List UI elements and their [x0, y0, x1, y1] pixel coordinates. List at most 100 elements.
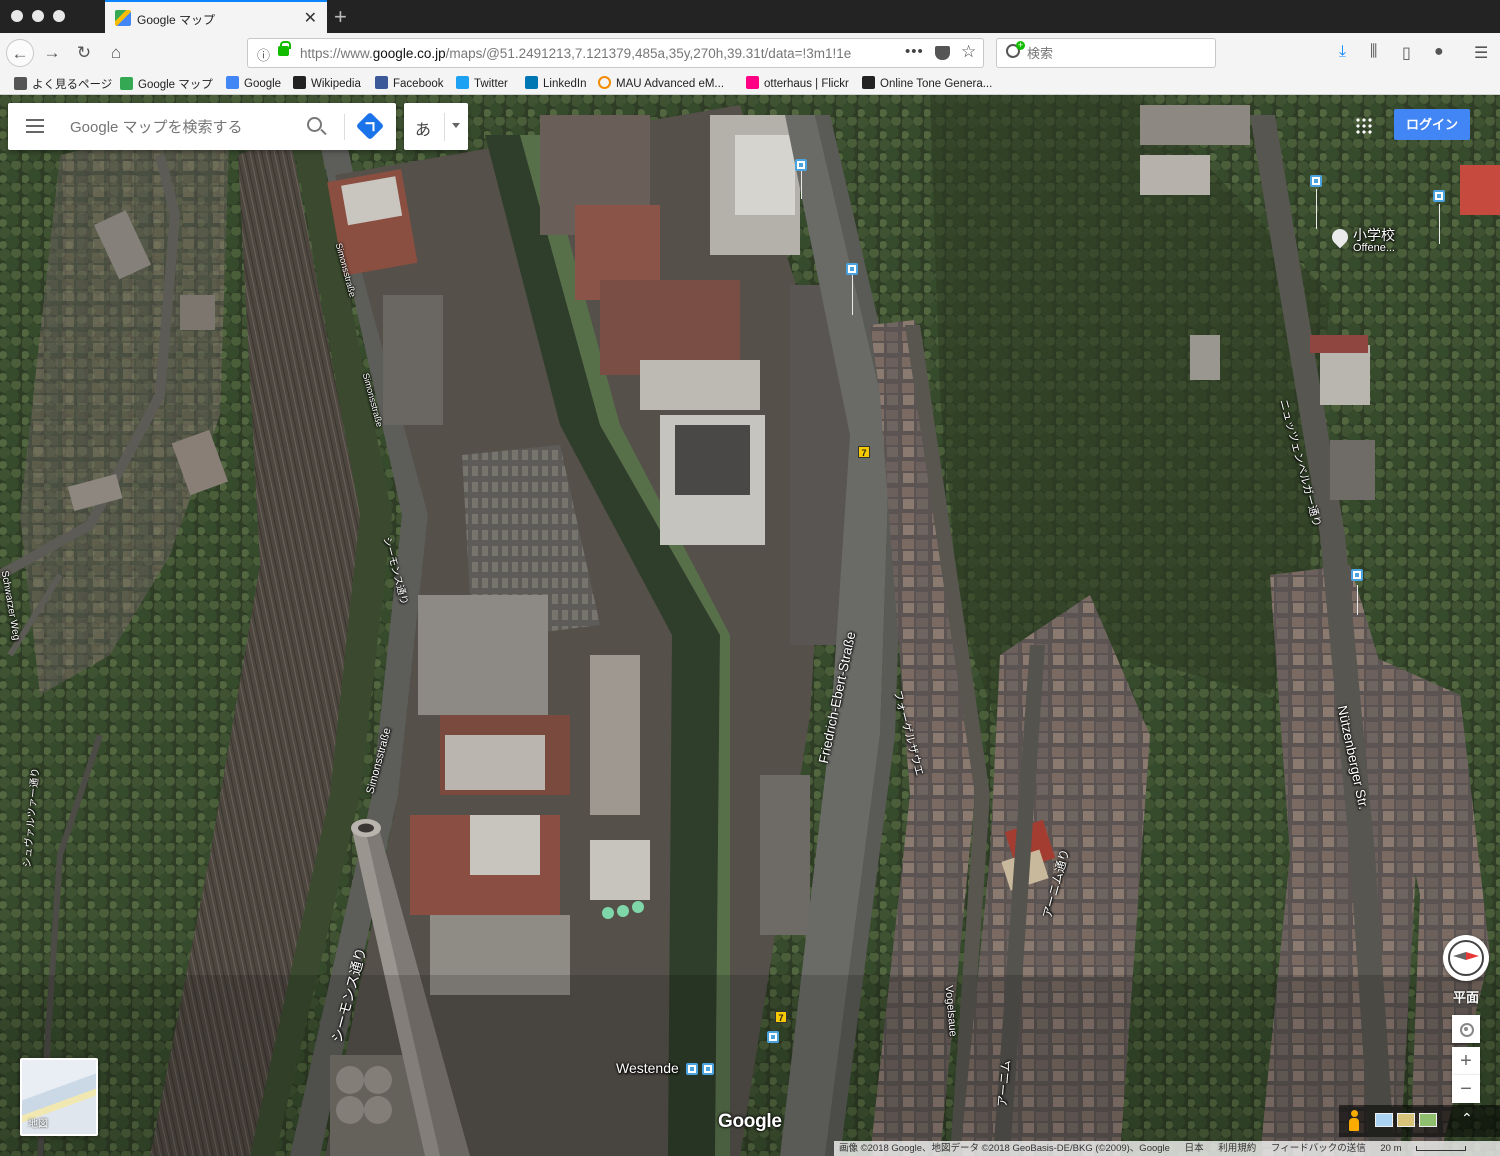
- google-icon: [226, 76, 239, 89]
- directions-icon[interactable]: [355, 111, 385, 141]
- chevron-down-icon[interactable]: [452, 123, 460, 128]
- downloads-icon[interactable]: ⤓: [1339, 43, 1346, 61]
- lock-icon: [278, 41, 291, 56]
- google-apps-icon[interactable]: [1355, 117, 1373, 135]
- ime-hiragana-label: あ: [415, 122, 432, 139]
- browser-search-input[interactable]: [1027, 44, 1207, 62]
- google-logo: Google: [718, 1111, 782, 1132]
- browser-tab[interactable]: Google マップ ✕: [105, 0, 327, 33]
- bookmark-label: Online Tone Genera...: [880, 78, 993, 90]
- bookmark-label: otterhaus | Flickr: [764, 78, 849, 90]
- hamburger-menu-icon[interactable]: [26, 119, 44, 133]
- browser-tabbar: Google マップ ✕ +: [0, 0, 1500, 33]
- bus-line-7-badge[interactable]: 7: [775, 1011, 787, 1023]
- bookmark-gear[interactable]: よく見るページ: [14, 76, 112, 92]
- bus-stop-icon[interactable]: [1310, 175, 1322, 187]
- map-layer-label: 地図: [28, 1119, 48, 1130]
- browser-navbar: ← → ↻ ⌂ ⓘ https://www.google.co.jp/maps/…: [0, 33, 1500, 73]
- bookmark-label: Wikipedia: [311, 78, 361, 90]
- zoom-in-button[interactable]: +: [1452, 1047, 1480, 1075]
- bus-stop-icon[interactable]: [846, 263, 858, 275]
- bookmark-google[interactable]: Google: [226, 76, 281, 90]
- bookmark-label: よく見るページ: [32, 79, 113, 91]
- bookmark-twitter[interactable]: Twitter: [456, 76, 508, 90]
- zoom-window-button[interactable]: [53, 10, 65, 22]
- new-tab-button[interactable]: +: [334, 4, 347, 30]
- bookmark-wikipedia[interactable]: Wikipedia: [293, 76, 361, 90]
- bookmark-circle[interactable]: MAU Advanced eM...: [598, 76, 724, 90]
- maps-favicon-icon: [115, 10, 131, 26]
- flickr-icon: [746, 76, 759, 89]
- url-text[interactable]: https://www.google.co.jp/maps/@51.249121…: [300, 46, 870, 61]
- compass-button[interactable]: [1443, 935, 1489, 981]
- add-engine-icon: +: [1016, 40, 1025, 50]
- imagery-layer-icon[interactable]: [1375, 1113, 1393, 1127]
- linkedin-icon: [525, 76, 538, 89]
- bookmark-star-icon[interactable]: ☆: [961, 42, 976, 62]
- bookmark-label: LinkedIn: [543, 78, 587, 90]
- maps-search-box: [8, 103, 396, 150]
- bookmark-facebook[interactable]: Facebook: [375, 76, 444, 90]
- region-link[interactable]: 日本: [1185, 1143, 1204, 1154]
- facebook-icon: [375, 76, 388, 89]
- twitter-icon: [456, 76, 469, 89]
- wave-icon: [862, 76, 875, 89]
- home-button[interactable]: ⌂: [102, 39, 130, 67]
- menu-icon[interactable]: ☰: [1474, 43, 1488, 63]
- browser-search-bar[interactable]: +: [996, 38, 1216, 68]
- close-window-button[interactable]: [11, 10, 23, 22]
- bus-stop-icon[interactable]: [1433, 190, 1445, 202]
- bus-stop-icon[interactable]: [795, 159, 807, 171]
- maps-search-input[interactable]: [70, 116, 295, 138]
- back-button[interactable]: ←: [6, 39, 34, 67]
- gear-icon: [14, 77, 27, 90]
- page-actions-icon[interactable]: •••: [905, 43, 924, 60]
- input-tools-button[interactable]: あ: [404, 103, 468, 150]
- aerial-imagery: [0, 95, 1500, 1156]
- bookmark-label: Facebook: [393, 78, 444, 90]
- expand-icon[interactable]: ⌃: [1461, 1110, 1473, 1127]
- bookmark-wave[interactable]: Online Tone Genera...: [862, 76, 992, 90]
- terms-link[interactable]: 利用規約: [1218, 1143, 1256, 1154]
- search-icon[interactable]: [307, 117, 322, 132]
- pegman-icon[interactable]: [1348, 1110, 1360, 1132]
- scale-bar: [1416, 1146, 1467, 1151]
- zoom-out-button[interactable]: −: [1452, 1075, 1480, 1103]
- tab-close-icon[interactable]: ✕: [304, 8, 317, 28]
- train-station-icon: [686, 1063, 698, 1075]
- forward-button[interactable]: →: [38, 39, 66, 67]
- poi-school-sublabel: Offene...: [1353, 242, 1395, 254]
- bookmark-label: Google: [244, 78, 282, 90]
- satellite-layer-icon[interactable]: [1419, 1113, 1437, 1127]
- bookmark-label: Google マップ: [138, 79, 213, 91]
- circle-icon: [598, 76, 611, 89]
- bookmark-flickr[interactable]: otterhaus | Flickr: [746, 76, 849, 90]
- url-bar[interactable]: ⓘ https://www.google.co.jp/maps/@51.2491…: [247, 38, 984, 68]
- map-canvas[interactable]: Friedrich-Ebert-Straße Nützenberger Str.…: [0, 95, 1500, 1156]
- pocket-icon[interactable]: [935, 46, 950, 60]
- feedback-link[interactable]: フィードバックの送信: [1271, 1143, 1366, 1154]
- tab-title: Google マップ: [137, 13, 216, 27]
- login-button[interactable]: ログイン: [1394, 109, 1470, 140]
- extension-icon[interactable]: ●: [1434, 43, 1444, 61]
- bookmark-linkedin[interactable]: LinkedIn: [525, 76, 586, 90]
- bottom-controls-strip: ⌃: [1339, 1105, 1500, 1137]
- bus-stop-icon[interactable]: [767, 1031, 779, 1043]
- sidebar-icon[interactable]: ▯: [1402, 43, 1411, 63]
- scale-label[interactable]: 20 m: [1380, 1143, 1401, 1154]
- minimize-window-button[interactable]: [32, 10, 44, 22]
- wikipedia-icon: [293, 76, 306, 89]
- maps-icon: [120, 77, 133, 90]
- reload-button[interactable]: ↻: [70, 39, 98, 67]
- bus-line-7-badge[interactable]: 7: [858, 446, 870, 458]
- tilt-toggle-button[interactable]: 平面: [1448, 987, 1484, 1007]
- terrain-layer-icon[interactable]: [1397, 1113, 1415, 1127]
- bookmark-maps[interactable]: Google マップ: [120, 76, 213, 92]
- bus-stop-icon[interactable]: [1351, 569, 1363, 581]
- library-icon[interactable]: ⫼: [1370, 43, 1377, 61]
- info-icon[interactable]: ⓘ: [257, 45, 270, 64]
- attribution-bar: 画像 ©2018 Google、地図データ ©2018 GeoBasis-DE/…: [834, 1141, 1500, 1156]
- map-layer-thumbnail[interactable]: 地図: [20, 1058, 98, 1136]
- imagery-credit: 画像 ©2018 Google、地図データ ©2018 GeoBasis-DE/…: [839, 1143, 1170, 1154]
- my-location-icon[interactable]: [1452, 1015, 1480, 1043]
